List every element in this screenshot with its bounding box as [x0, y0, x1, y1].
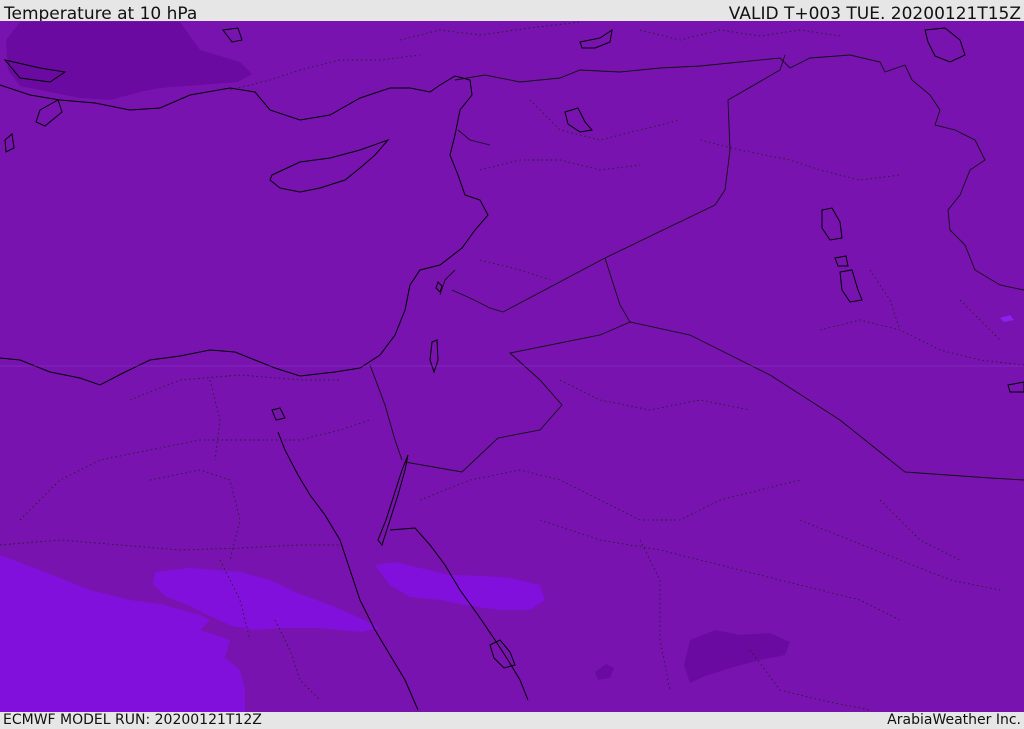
- credit-label: ArabiaWeather Inc.: [887, 712, 1021, 728]
- map-canvas: [0, 21, 1024, 712]
- header-bar: Temperature at 10 hPa VALID T+003 TUE. 2…: [0, 0, 1024, 24]
- model-run-label: ECMWF MODEL RUN: 20200121T12Z: [3, 712, 262, 728]
